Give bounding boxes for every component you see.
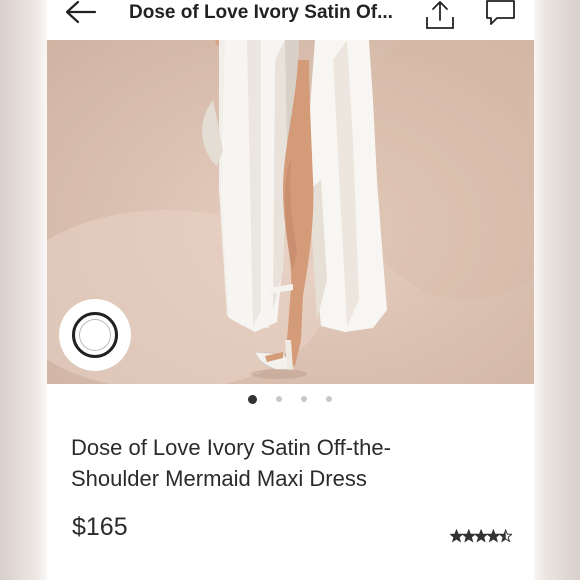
star-1 <box>450 530 463 542</box>
pagination-dot-4[interactable] <box>326 396 332 402</box>
color-swatch <box>79 319 111 351</box>
color-swatch-button[interactable] <box>59 299 131 371</box>
product-title-line-1: Dose of Love Ivory Satin Off-the- <box>71 435 391 460</box>
comment-icon[interactable] <box>485 0 517 26</box>
pagination-dot-2[interactable] <box>276 396 282 402</box>
pagination-dot-3[interactable] <box>301 396 307 402</box>
product-image[interactable] <box>47 40 534 384</box>
page-title: Dose of Love Ivory Satin Of... <box>129 2 393 23</box>
arrow-left-icon[interactable] <box>64 0 98 26</box>
share-icon[interactable] <box>424 0 456 30</box>
product-screen: Dose of Love Ivory Satin Of... Dose of L… <box>47 0 534 580</box>
star-4 <box>487 530 500 542</box>
star-2 <box>462 530 475 542</box>
product-price: $165 <box>72 513 128 541</box>
star-3 <box>475 530 488 542</box>
top-bar: Dose of Love Ivory Satin Of... <box>47 0 534 40</box>
pagination-dot-1[interactable] <box>248 395 257 404</box>
color-swatch-ring <box>72 312 118 358</box>
product-title-line-2: Shoulder Mermaid Maxi Dress <box>71 466 367 491</box>
product-title: Dose of Love Ivory Satin Off-the- Should… <box>71 432 491 494</box>
star-rating[interactable] <box>450 529 512 543</box>
